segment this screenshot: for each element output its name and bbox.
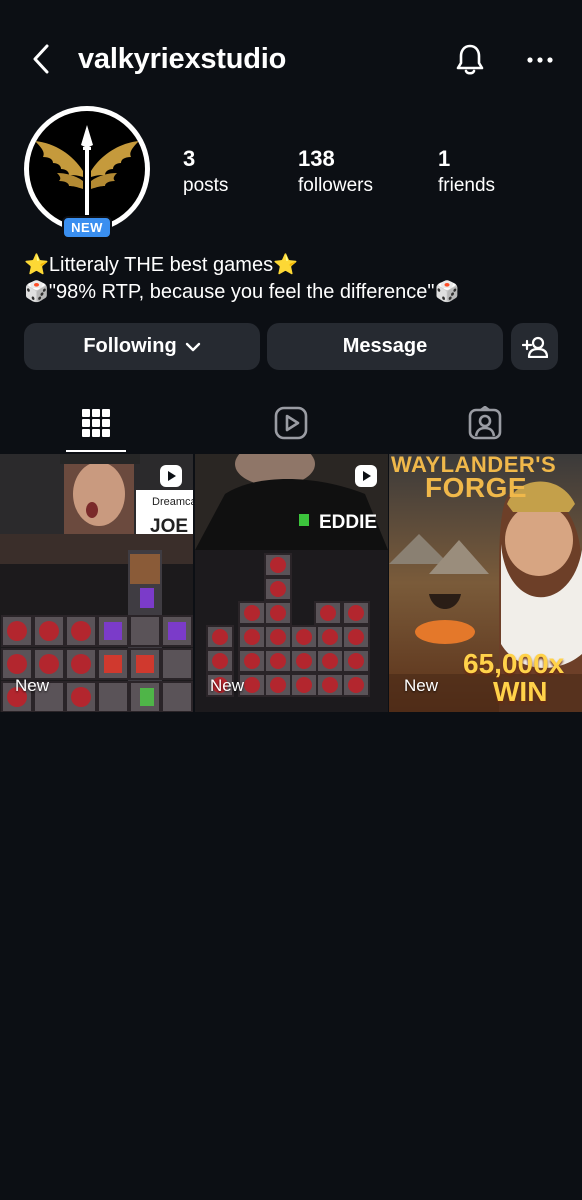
profile-bio: ⭐Litteraly THE best games⭐ 🎲"98% RTP, be… (24, 252, 564, 306)
game-title-line2: FORGE (425, 472, 528, 503)
message-label: Message (342, 335, 428, 357)
posts-count: 3 (183, 146, 196, 171)
more-options-button[interactable] (520, 40, 560, 80)
friends-stat[interactable]: 1 friends (438, 146, 495, 198)
post-new-label: New (210, 676, 245, 695)
add-user-button[interactable] (511, 323, 558, 370)
following-button[interactable]: Following (24, 323, 260, 370)
posts-stat[interactable]: 3 posts (183, 146, 228, 198)
followers-count: 138 (298, 146, 335, 171)
following-label: Following (83, 335, 177, 357)
reels-icon (274, 406, 308, 440)
tab-grid[interactable] (66, 394, 126, 452)
win-label: WIN (493, 676, 548, 707)
post-thumbnail[interactable]: EDDIE New (195, 454, 388, 712)
post-thumbnail[interactable]: Dreamcas JOE New (0, 454, 193, 712)
active-tab-indicator (66, 450, 126, 452)
profile-username: valkyriexstudio (78, 43, 287, 75)
message-button[interactable]: Message (267, 323, 503, 370)
tagged-user-icon (468, 406, 502, 440)
streamer-name-label: JOE (150, 516, 189, 537)
post-2-image (195, 454, 388, 712)
bio-line: ⭐Litteraly THE best games⭐ (24, 254, 298, 276)
notifications-button[interactable] (450, 40, 490, 80)
profile-tabs (0, 394, 582, 452)
profile-header: valkyriexstudio (0, 30, 582, 88)
posts-grid: Dreamcas JOE New (0, 454, 582, 712)
more-horizontal-icon (527, 57, 553, 63)
bell-icon (456, 44, 484, 75)
bio-line: 🎲"98% RTP, because you feel the differen… (24, 281, 460, 303)
post-new-label: New (404, 676, 439, 695)
post-1-image (0, 454, 193, 712)
new-badge: NEW (62, 216, 112, 239)
followers-label: followers (298, 175, 373, 196)
friends-label: friends (438, 175, 496, 196)
post-new-label: New (15, 676, 50, 695)
grid-icon (82, 409, 110, 437)
chevron-left-icon (33, 44, 49, 74)
post-thumbnail[interactable]: WAYLANDER'S FORGE 65,000x WIN New (389, 454, 582, 712)
streamer-name-label: EDDIE (319, 512, 378, 533)
reel-badge-icon (159, 464, 183, 488)
friends-count: 1 (438, 146, 451, 171)
add-user-icon (521, 336, 548, 358)
profile-avatar[interactable]: NEW (24, 106, 150, 239)
posts-label: posts (183, 175, 229, 196)
reel-badge-icon (354, 464, 378, 488)
chevron-down-icon (185, 342, 201, 352)
followers-stat[interactable]: 138 followers (298, 146, 373, 198)
tab-tagged[interactable] (455, 394, 515, 452)
valkyrie-logo-image (29, 111, 145, 227)
back-button[interactable] (26, 42, 56, 76)
dreamcas-brand-label: Dreamcas (152, 496, 193, 508)
tab-reels[interactable] (261, 394, 321, 452)
